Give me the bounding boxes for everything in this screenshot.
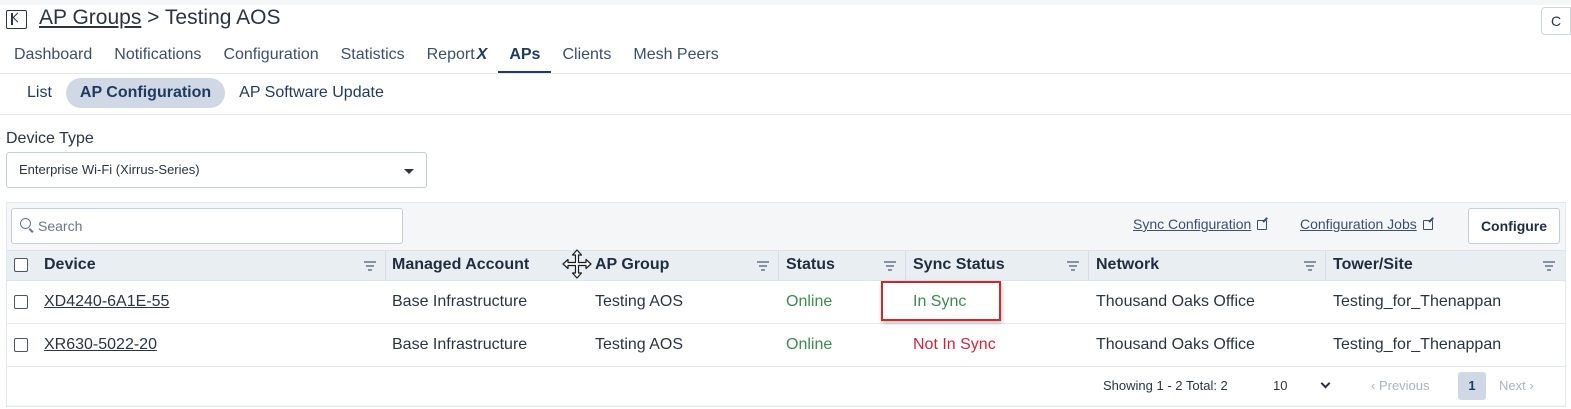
sync-configuration-label: Sync Configuration [1133, 216, 1252, 232]
report-x-icon: X [476, 46, 488, 63]
filter-icon[interactable] [1543, 261, 1555, 271]
filter-icon[interactable] [364, 261, 376, 271]
subtab-list[interactable]: List [13, 78, 66, 108]
ap-group-cell: Testing AOS [595, 336, 684, 353]
column-header-network[interactable]: Network [1096, 251, 1159, 280]
chevron-down-icon [1320, 378, 1331, 389]
filter-icon[interactable] [884, 261, 896, 271]
tab-aps[interactable]: APs [498, 44, 552, 74]
sync-configuration-link[interactable]: Sync Configuration [1133, 216, 1268, 232]
configure-button[interactable]: Configure [1468, 208, 1560, 244]
move-cursor-icon [562, 249, 592, 279]
filter-icon[interactable] [1304, 261, 1316, 271]
refresh-icon: C [1550, 13, 1562, 29]
table-header: Device Managed Account AP Group Status S… [7, 250, 1565, 281]
configuration-jobs-label: Configuration Jobs [1300, 216, 1417, 232]
tab-configuration[interactable]: Configuration [212, 44, 329, 74]
tab-dashboard[interactable]: Dashboard [0, 44, 103, 74]
filter-icon[interactable] [757, 261, 769, 271]
network-cell: Thousand Oaks Office [1096, 336, 1255, 353]
sync-status-cell: Not In Sync [913, 336, 996, 353]
subtab-ap-configuration[interactable]: AP Configuration [65, 78, 226, 108]
column-header-status[interactable]: Status [786, 251, 835, 280]
column-header-tower-site[interactable]: Tower/Site [1333, 251, 1413, 280]
tab-notifications[interactable]: Notifications [103, 44, 212, 74]
tower-site-cell: Testing_for_Thenappan [1333, 336, 1502, 353]
collapse-sidebar-icon[interactable] [6, 10, 27, 29]
subtabs-divider [0, 114, 1571, 115]
sub-tabs: List AP Configuration AP Software Update [13, 78, 398, 108]
tabs-divider [0, 73, 1571, 74]
device-type-value: Enterprise Wi-Fi (Xirrus-Series) [19, 162, 200, 177]
dropdown-caret-icon [404, 169, 414, 174]
select-all-checkbox[interactable] [14, 258, 28, 272]
filter-icon[interactable] [1067, 261, 1079, 271]
highlight-box [881, 281, 1001, 321]
search-box[interactable] [11, 208, 403, 244]
breadcrumb: AP Groups > Testing AOS [39, 6, 280, 30]
column-header-device[interactable]: Device [44, 251, 96, 280]
device-type-select[interactable]: Enterprise Wi-Fi (Xirrus-Series) [6, 152, 427, 188]
page-size-value: 10 [1273, 378, 1288, 393]
showing-count: Showing 1 - 2 Total: 2 [1103, 378, 1228, 393]
tab-clients[interactable]: Clients [551, 44, 622, 74]
main-tabs: Dashboard Notifications Configuration St… [0, 44, 730, 74]
row-checkbox[interactable] [14, 338, 28, 352]
row-checkbox[interactable] [14, 295, 28, 309]
breadcrumb-ap-groups-link[interactable]: AP Groups [39, 6, 141, 29]
tab-report-label: Report [426, 46, 475, 63]
breadcrumb-separator: > [141, 6, 165, 29]
search-input[interactable] [38, 216, 388, 236]
subtab-ap-software-update[interactable]: AP Software Update [225, 78, 398, 108]
device-link[interactable]: XR630-5022-20 [44, 324, 157, 366]
page-size-select[interactable]: 10 [1273, 367, 1333, 405]
status-cell: Online [786, 336, 833, 353]
page-number-current[interactable]: 1 [1458, 372, 1486, 400]
tower-site-cell: Testing_for_Thenappan [1333, 293, 1502, 310]
next-page-button[interactable]: Next › [1499, 367, 1534, 405]
previous-page-button[interactable]: ‹ Previous [1371, 367, 1430, 405]
tab-mesh-peers[interactable]: Mesh Peers [622, 44, 729, 74]
table-row: XD4240-6A1E-55 Base Infrastructure Testi… [7, 281, 1565, 324]
column-header-managed-account[interactable]: Managed Account [392, 251, 529, 280]
column-header-sync-status[interactable]: Sync Status [913, 251, 1005, 280]
search-icon [20, 218, 31, 229]
status-cell: Online [786, 293, 833, 310]
tab-report[interactable]: Report X [416, 44, 499, 74]
pagination-bar: Showing 1 - 2 Total: 2 10 ‹ Previous 1 N… [7, 367, 1565, 405]
network-cell: Thousand Oaks Office [1096, 293, 1255, 310]
ap-group-cell: Testing AOS [595, 293, 684, 310]
tab-statistics[interactable]: Statistics [330, 44, 416, 74]
device-type-label: Device Type [6, 130, 94, 147]
column-header-ap-group[interactable]: AP Group [595, 251, 669, 280]
external-link-icon [1422, 220, 1433, 230]
managed-account-cell: Base Infrastructure [392, 336, 528, 353]
table-row: XR630-5022-20 Base Infrastructure Testin… [7, 324, 1565, 367]
header-band [0, 0, 1571, 5]
external-link-icon [1257, 220, 1268, 230]
configuration-jobs-link[interactable]: Configuration Jobs [1300, 216, 1433, 232]
page-title: Testing AOS [164, 6, 281, 29]
device-link[interactable]: XD4240-6A1E-55 [44, 281, 169, 323]
managed-account-cell: Base Infrastructure [392, 293, 528, 310]
refresh-button[interactable]: C [1541, 7, 1571, 35]
